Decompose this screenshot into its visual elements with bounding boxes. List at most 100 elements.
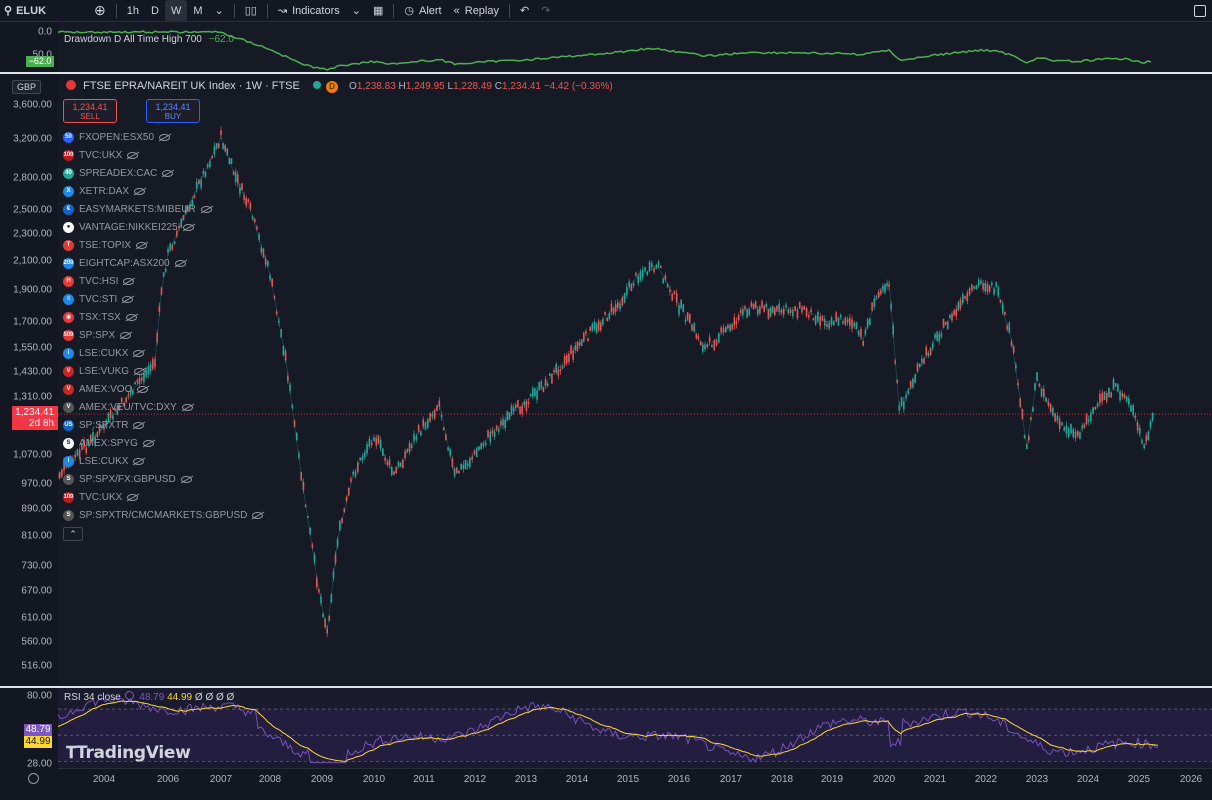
time-label: 2012 — [463, 774, 487, 785]
axis-label: 2,800.00 — [13, 172, 52, 184]
compare-symbol-item[interactable]: S AMEX:SPYG — [63, 434, 263, 452]
compare-symbol-item[interactable]: US SP:SPXTR — [63, 416, 263, 434]
interval-m[interactable]: M — [187, 0, 208, 22]
buy-button[interactable]: 1,234.41 BUY — [146, 99, 200, 123]
chart-type-button[interactable]: ▯▯ — [239, 0, 263, 22]
time-label: 2016 — [667, 774, 691, 785]
compare-symbol-item[interactable]: V AMEX:VOO — [63, 380, 263, 398]
main-price-axis[interactable]: 3,600.00 3,200.00 2,800.00 2,500.00 2,300.00… — [0, 75, 58, 686]
compare-symbol-item[interactable]: S SP:SPX/FX:GBPUSD — [63, 470, 263, 488]
compare-symbol-item[interactable]: € EASYMARKETS:MIBEUR — [63, 200, 263, 218]
indicators-dropdown-button[interactable]: ⌄ — [346, 0, 367, 22]
buy-price: 1,234.41 — [155, 102, 191, 112]
chevron-down-icon: ⌄ — [214, 5, 224, 17]
compare-symbol-item[interactable]: S SP:SPXTR/CMCMARKETS:GBPUSD — [63, 506, 264, 524]
bar-countdown: 2d 8h — [28, 418, 54, 429]
interval-dropdown-button[interactable]: ⌄ — [209, 0, 230, 22]
price-point — [469, 460, 471, 462]
eye-hidden-icon[interactable] — [127, 493, 139, 501]
drawdown-price-axis[interactable]: 0.0 50.0 −62.0 — [0, 23, 58, 72]
templates-button[interactable]: ▦ — [367, 0, 389, 22]
candle-body — [769, 307, 772, 317]
interval-d[interactable]: D — [145, 0, 165, 22]
rsi-placeholders: Ø Ø Ø Ø — [194, 692, 235, 703]
gear-icon[interactable] — [28, 773, 39, 784]
time-axis[interactable]: 2004 2006 2007 2008 2009 2010 2011 2012 2013 2014… — [58, 768, 1212, 788]
eye-hidden-icon[interactable] — [136, 241, 148, 249]
eye-hidden-icon[interactable] — [125, 313, 137, 321]
eye-hidden-icon[interactable] — [200, 205, 212, 213]
indicators-button[interactable]: ↝ Indicators — [272, 0, 346, 22]
candle-body — [968, 288, 971, 295]
compare-symbol-item[interactable]: V AMEX:VEU/TVC:DXY — [63, 398, 263, 416]
compare-symbol-item[interactable]: ≡ TVC:STI — [63, 290, 263, 308]
eye-hidden-icon[interactable] — [174, 259, 186, 267]
eye-hidden-icon[interactable] — [162, 169, 174, 177]
interval-1h[interactable]: 1h — [121, 0, 145, 22]
interval-w[interactable]: W — [164, 0, 188, 22]
main-title[interactable]: FTSE EPRA/NAREIT UK Index · 1W · FTSE — [83, 80, 300, 92]
time-label: 2021 — [923, 774, 947, 785]
undo-button[interactable]: ↶ — [514, 0, 535, 22]
rsi-title[interactable]: RSI 34 close — [64, 692, 121, 703]
symbol-search-button[interactable]: ⚲ ELUK — [0, 0, 52, 22]
eye-hidden-icon[interactable] — [137, 385, 149, 393]
candle-body — [466, 463, 469, 467]
eye-hidden-icon[interactable] — [142, 439, 154, 447]
rsi-axis[interactable]: 80.00 28.00 48.79 44.99 — [0, 688, 58, 770]
pane-divider[interactable] — [0, 72, 1212, 74]
compare-symbol-item[interactable]: ✱ TSX:TSX — [63, 308, 263, 326]
candle-body — [637, 276, 639, 284]
compare-symbol-item[interactable]: 50 FXOPEN:ESX50 — [63, 128, 263, 146]
sell-button[interactable]: 1,234.41 SELL — [63, 99, 117, 123]
toolbar-divider — [393, 3, 395, 18]
alert-button[interactable]: ◷ Alert — [398, 0, 447, 22]
eye-hidden-icon[interactable] — [181, 403, 193, 411]
candle-body — [534, 388, 536, 397]
eye-hidden-icon[interactable] — [159, 133, 171, 141]
compare-symbol-item[interactable]: i LSE:CUKX — [63, 344, 263, 362]
compare-symbol-item[interactable]: H TVC:HSI — [63, 272, 263, 290]
toolbar-divider — [233, 3, 235, 18]
candle-body — [853, 322, 856, 327]
compare-symbol-item[interactable]: 200 EIGHTCAP:ASX200 — [63, 254, 263, 272]
eye-hidden-icon[interactable] — [133, 457, 145, 465]
eye-hidden-icon[interactable] — [127, 151, 139, 159]
price-point — [678, 304, 680, 306]
compare-symbol-item[interactable]: V LSE:VUKG — [63, 362, 263, 380]
eye-hidden-icon[interactable] — [252, 511, 264, 519]
candle-body — [671, 294, 673, 301]
eye-hidden-icon[interactable] — [122, 295, 134, 303]
drawdown-pane[interactable]: Drawdown D All Time High 700 −62.0 — [58, 23, 1212, 72]
price-point — [540, 387, 542, 389]
eye-hidden-icon[interactable] — [123, 277, 135, 285]
compare-symbol-item[interactable]: ● VANTAGE:NIKKEI225 — [63, 218, 263, 236]
eye-hidden-icon[interactable] — [134, 367, 146, 375]
compare-symbol-item[interactable]: 100 TVC:UKX — [63, 488, 263, 506]
rsi-pane[interactable]: RSI 34 close 48.79 44.99 Ø Ø Ø Ø — [58, 688, 1212, 768]
compare-symbol-item[interactable]: 500 SP:SPX — [63, 326, 263, 344]
currency-badge[interactable]: GBP — [12, 80, 42, 94]
eye-hidden-icon[interactable] — [182, 223, 194, 231]
candle-body — [1067, 428, 1070, 437]
compare-symbol-item[interactable]: i LSE:CUKX — [63, 452, 263, 470]
eye-hidden-icon[interactable] — [120, 331, 132, 339]
eye-hidden-icon[interactable] — [134, 187, 146, 195]
symbol-logo-icon: X — [63, 185, 74, 197]
eye-hidden-icon[interactable] — [133, 349, 145, 357]
compare-symbol-item[interactable]: T TSE:TOPIX — [63, 236, 263, 254]
replay-button[interactable]: « Replay — [448, 0, 505, 22]
fullscreen-button[interactable] — [1188, 0, 1212, 22]
candle-body — [600, 322, 602, 331]
eye-hidden-icon[interactable] — [133, 421, 145, 429]
tradingview-logo[interactable]: 𝚻TradingView — [66, 743, 191, 763]
compare-symbol-item[interactable]: X XETR:DAX — [63, 182, 263, 200]
compare-button[interactable]: ⊕ — [88, 0, 112, 22]
compare-symbol-item[interactable]: 100 TVC:UKX — [63, 146, 263, 164]
symbol-name: LSE:CUKX — [79, 455, 129, 467]
collapse-legend-button[interactable]: ⌃ — [63, 527, 83, 541]
eye-hidden-icon[interactable] — [180, 475, 192, 483]
sell-price: 1,234.41 — [72, 102, 108, 112]
compare-symbol-item[interactable]: 40 SPREADEX:CAC — [63, 164, 263, 182]
redo-button[interactable]: ↷ — [535, 0, 556, 22]
